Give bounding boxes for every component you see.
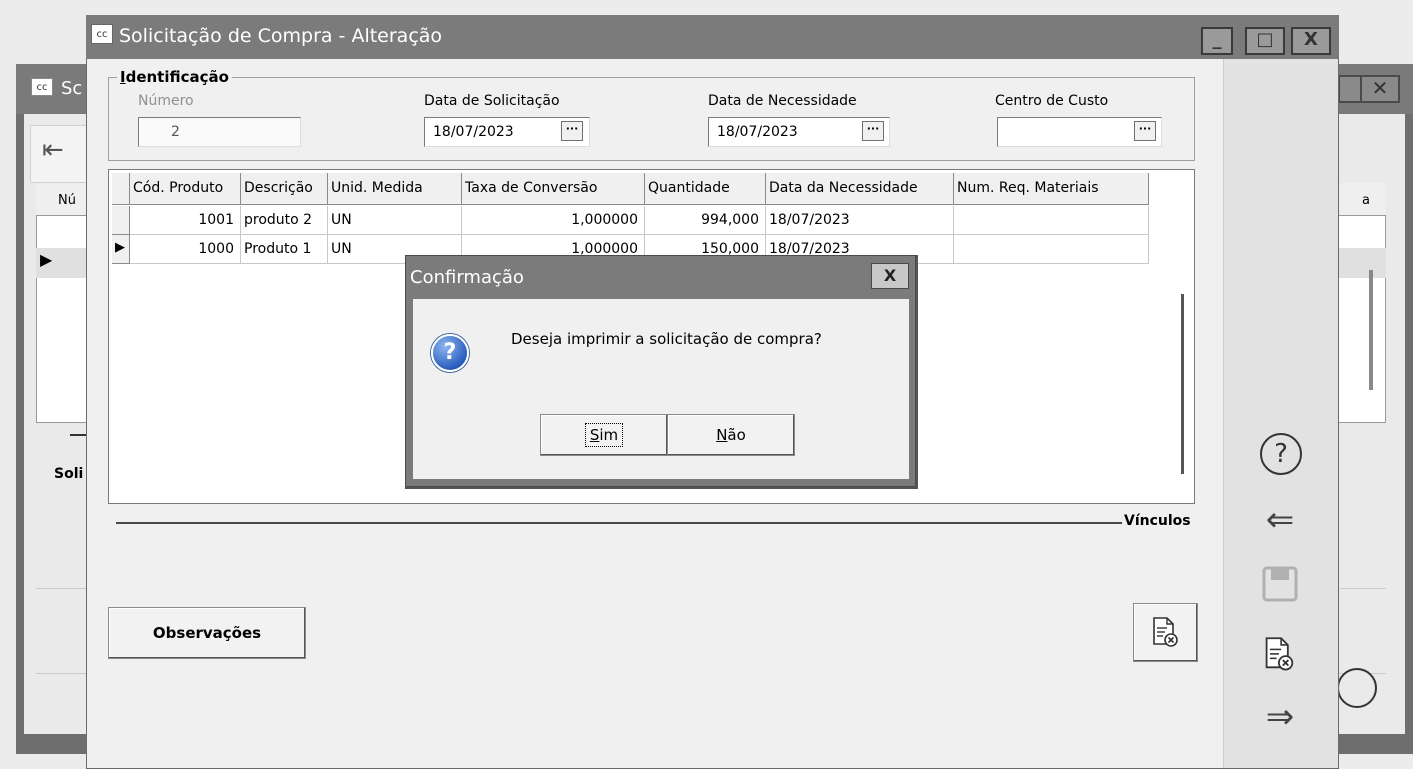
minimize-icon: _: [1212, 29, 1222, 50]
dialog-message: Deseja imprimir a solicitação de compra?: [511, 330, 822, 348]
background-maximize-button[interactable]: [1338, 75, 1360, 103]
vinculos-divider: [116, 522, 1122, 524]
grid-scrollbar[interactable]: [1181, 294, 1184, 474]
column-codigo-produto[interactable]: Cód. Produto: [130, 173, 241, 205]
numero-label: Número: [138, 93, 194, 109]
centro-custo-label: Centro de Custo: [995, 93, 1109, 109]
cell-taxa[interactable]: 1,000000: [462, 206, 645, 235]
data-necessidade-label: Data de Necessidade: [708, 93, 857, 109]
question-icon: ?: [431, 334, 469, 372]
cancel-document-icon: [1153, 617, 1178, 647]
minimize-button[interactable]: _: [1201, 27, 1233, 55]
background-tab-label: Soli: [54, 466, 84, 482]
window-title: Solicitação de Compra - Alteração: [119, 25, 443, 47]
background-window-title: Sc: [61, 78, 83, 99]
numero-value: 2: [171, 124, 180, 140]
column-quantidade[interactable]: Quantidade: [645, 173, 766, 205]
data-solicitacao-label: Data de Solicitação: [424, 93, 560, 109]
cell-descricao[interactable]: Produto 1: [241, 235, 328, 264]
row-indicator[interactable]: [112, 206, 130, 235]
background-grid-column-numero: Nú: [58, 193, 76, 208]
dialog-title: Confirmação: [410, 267, 524, 288]
column-descricao[interactable]: Descrição: [241, 173, 328, 205]
yes-button[interactable]: Sim: [540, 414, 668, 456]
help-icon[interactable]: ?: [1260, 433, 1302, 475]
cell-req[interactable]: [954, 206, 1149, 235]
data-solicitacao-picker-button[interactable]: ···: [561, 121, 583, 141]
dialog-close-button[interactable]: X: [871, 263, 909, 289]
column-num-req-materiais[interactable]: Num. Req. Materiais: [954, 173, 1149, 205]
forward-arrow-icon[interactable]: ⇒: [1258, 695, 1302, 739]
cancel-document-icon[interactable]: [1262, 636, 1298, 674]
centro-custo-picker-button[interactable]: ···: [1134, 121, 1156, 141]
background-row-indicator-icon: ▶: [40, 250, 53, 269]
close-icon: X: [1304, 29, 1318, 50]
data-necessidade-value: 18/07/2023: [717, 124, 798, 140]
background-app-icon: cc: [31, 78, 53, 96]
cancel-document-button[interactable]: [1133, 603, 1198, 662]
background-scrollbar[interactable]: [1369, 270, 1373, 390]
identificacao-legend: Identificação: [117, 68, 232, 86]
cell-unidade[interactable]: UN: [328, 206, 462, 235]
background-circle-icon[interactable]: [1337, 668, 1377, 708]
yes-button-label: Sim: [584, 423, 624, 447]
no-button[interactable]: Não: [667, 414, 795, 456]
numero-field: 2: [138, 117, 301, 147]
cell-descricao[interactable]: produto 2: [241, 206, 328, 235]
data-necessidade-picker-button[interactable]: ···: [862, 121, 884, 141]
no-button-label: Não: [716, 426, 746, 444]
close-icon: X: [883, 266, 897, 285]
column-unid-medida[interactable]: Unid. Medida: [328, 173, 462, 205]
first-record-icon[interactable]: ⇤: [42, 135, 64, 165]
maximize-icon: □: [1256, 29, 1274, 50]
cell-codigo[interactable]: 1000: [130, 235, 241, 264]
current-row-indicator-icon[interactable]: ▶: [112, 235, 130, 264]
save-icon[interactable]: [1262, 566, 1298, 602]
app-icon: cc: [91, 24, 113, 44]
data-solicitacao-value: 18/07/2023: [433, 124, 514, 140]
cell-quantidade[interactable]: 994,000: [645, 206, 766, 235]
background-grid-column-right: a: [1362, 193, 1370, 208]
grid-corner: [112, 173, 130, 205]
cell-req[interactable]: [954, 235, 1149, 264]
back-arrow-icon[interactable]: ⇐: [1258, 498, 1302, 542]
observacoes-button[interactable]: Observações: [108, 607, 306, 659]
vinculos-label[interactable]: Vínculos: [1124, 513, 1191, 529]
close-button[interactable]: X: [1291, 27, 1331, 55]
cell-data[interactable]: 18/07/2023: [766, 206, 954, 235]
column-taxa-conversao[interactable]: Taxa de Conversão: [462, 173, 645, 205]
background-close-button[interactable]: ✕: [1360, 75, 1400, 103]
column-data-necessidade[interactable]: Data da Necessidade: [766, 173, 954, 205]
cell-codigo[interactable]: 1001: [130, 206, 241, 235]
maximize-button[interactable]: □: [1245, 27, 1285, 55]
